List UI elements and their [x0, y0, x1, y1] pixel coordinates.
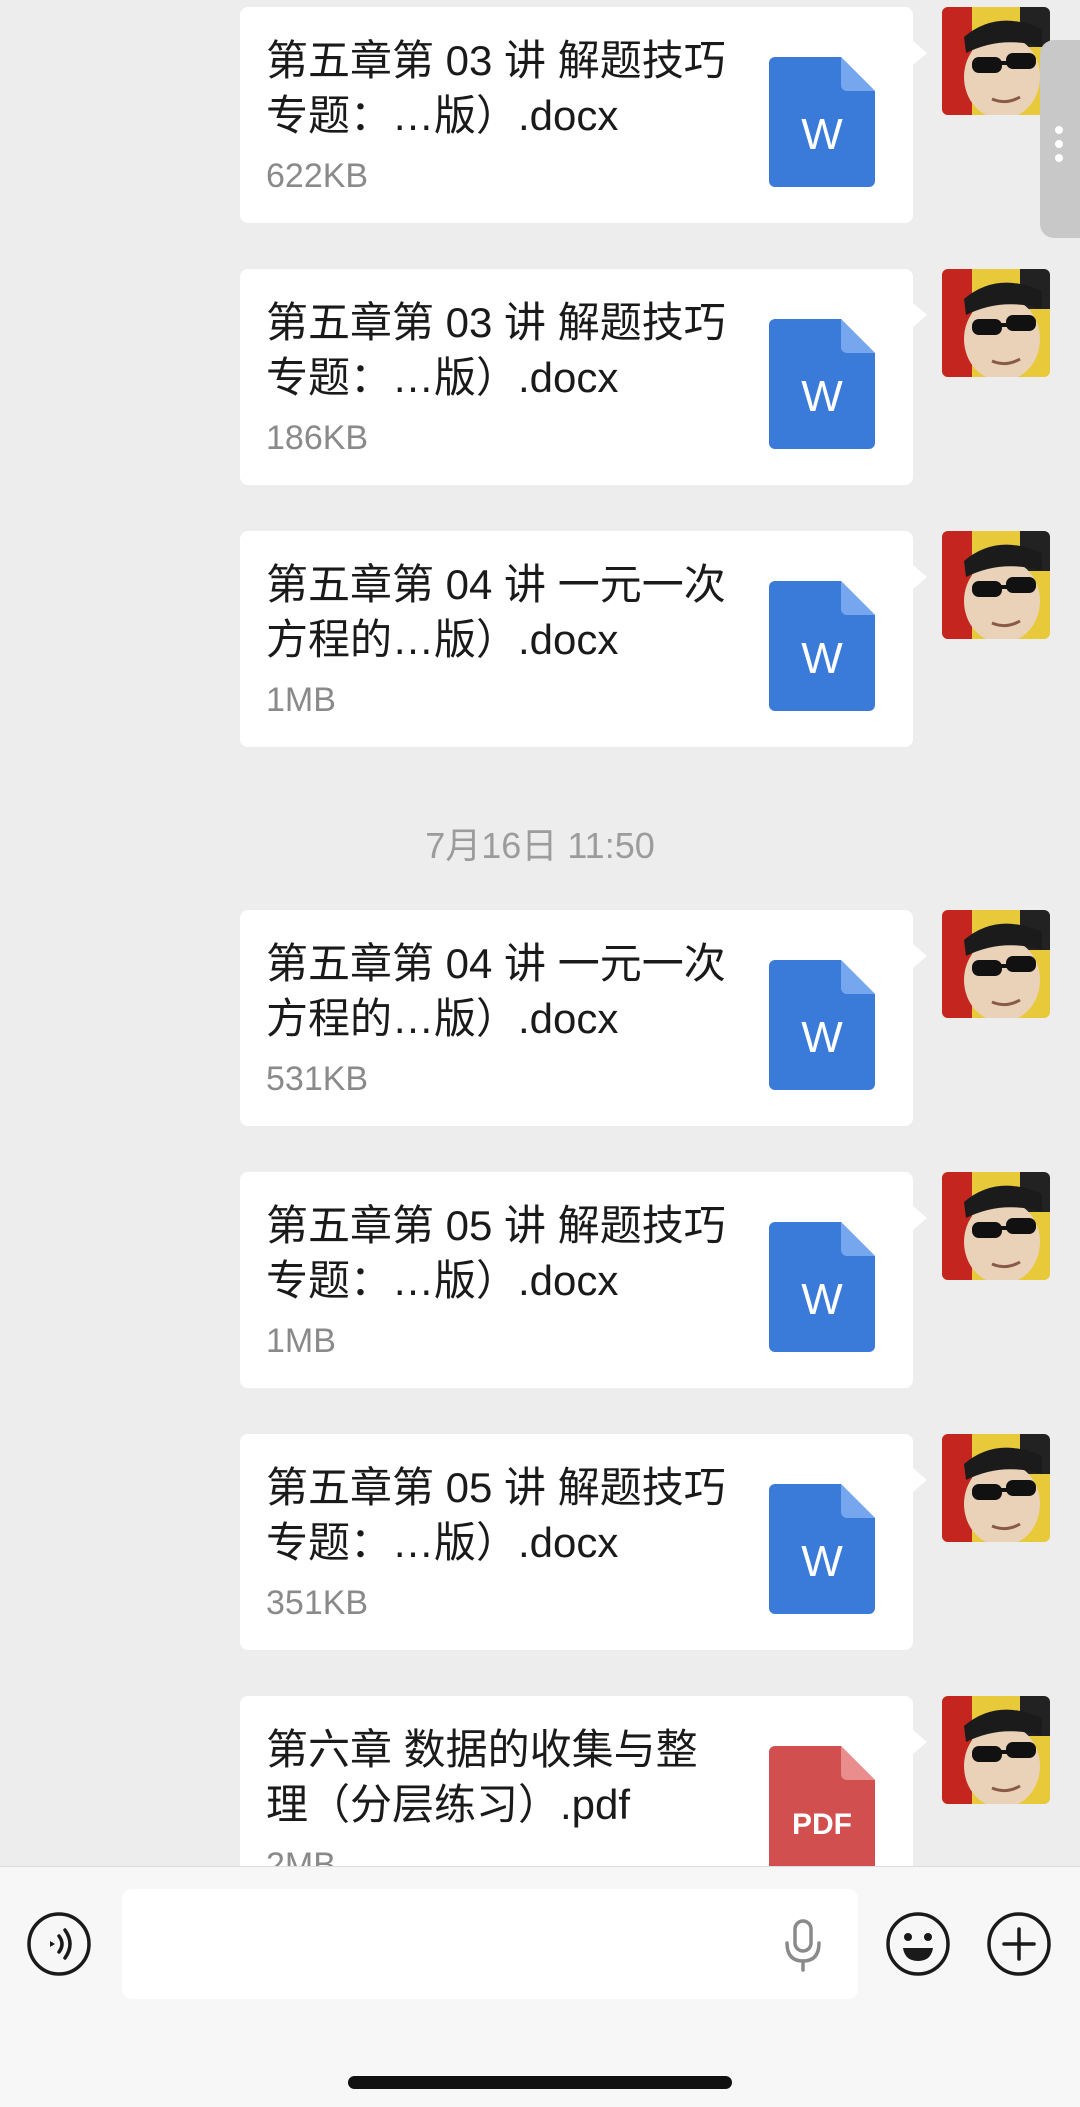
file-message: 第五章第 05 讲 解题技巧专题：…版）.docx 351KB W: [0, 1434, 1080, 1654]
file-bubble[interactable]: 第五章第 05 讲 解题技巧专题：…版）.docx 1MB W: [240, 1172, 927, 1388]
avatar[interactable]: [942, 7, 1050, 115]
file-name: 第五章第 04 讲 一元一次方程的…版）.docx: [266, 940, 726, 1042]
word-file-icon: W: [769, 319, 875, 449]
file-size: 1MB: [266, 681, 336, 719]
message-list[interactable]: 第五章第 03 讲 解题技巧专题：…版）.docx 622KB W 第五章第 0…: [0, 0, 1080, 1866]
file-message: 第五章第 03 讲 解题技巧专题：…版）.docx 186KB W: [0, 269, 1080, 489]
word-file-icon: W: [769, 581, 875, 711]
avatar-image: [942, 531, 1050, 639]
chat-screen: 第五章第 03 讲 解题技巧专题：…版）.docx 622KB W 第五章第 0…: [0, 0, 1080, 2107]
handle-dot: [1055, 140, 1063, 148]
file-bubble[interactable]: 第五章第 04 讲 一元一次方程的…版）.docx 531KB W: [240, 910, 927, 1126]
file-bubble[interactable]: 第五章第 04 讲 一元一次方程的…版）.docx 1MB W: [240, 531, 927, 747]
message-timestamp: 7月16日 11:50: [425, 825, 655, 866]
voice-mode-icon[interactable]: [26, 1911, 92, 1977]
word-file-icon: W: [769, 960, 875, 1090]
avatar-image: [942, 1172, 1050, 1280]
file-size: 622KB: [266, 157, 369, 195]
home-indicator[interactable]: [348, 2076, 732, 2089]
avatar-image: [942, 1696, 1050, 1804]
avatar[interactable]: [942, 910, 1050, 1018]
svg-text:W: W: [801, 110, 843, 159]
word-file-icon: W: [769, 1484, 875, 1614]
avatar-image: [942, 7, 1050, 115]
svg-text:W: W: [801, 1275, 843, 1324]
word-file-icon: W: [769, 57, 875, 187]
file-message: 第五章第 04 讲 一元一次方程的…版）.docx 1MB W: [0, 531, 1080, 751]
avatar[interactable]: [942, 531, 1050, 639]
handle-dot: [1055, 154, 1063, 162]
input-bar: [0, 1866, 1080, 2107]
file-size: 1MB: [266, 1322, 336, 1360]
file-name: 第五章第 04 讲 一元一次方程的…版）.docx: [266, 561, 726, 663]
file-size: 186KB: [266, 419, 369, 457]
message-input[interactable]: [122, 1889, 858, 1999]
avatar-image: [942, 910, 1050, 1018]
pdf-file-icon: PDF: [769, 1746, 875, 1866]
microphone-icon[interactable]: [778, 1917, 828, 1973]
file-message: 第五章第 05 讲 解题技巧专题：…版）.docx 1MB W: [0, 1172, 1080, 1392]
handle-dot: [1055, 126, 1063, 134]
plus-icon[interactable]: [986, 1911, 1052, 1977]
file-bubble[interactable]: 第五章第 03 讲 解题技巧专题：…版）.docx 186KB W: [240, 269, 927, 485]
file-size: 531KB: [266, 1060, 369, 1098]
file-name: 第五章第 05 讲 解题技巧专题：…版）.docx: [266, 1464, 726, 1566]
file-bubble[interactable]: 第六章 数据的收集与整理（分层练习）.pdf 2MB PDF: [240, 1696, 927, 1866]
file-size: 2MB: [266, 1846, 336, 1866]
file-message: 第五章第 04 讲 一元一次方程的…版）.docx 531KB W: [0, 910, 1080, 1130]
avatar[interactable]: [942, 1172, 1050, 1280]
avatar-image: [942, 269, 1050, 377]
svg-text:W: W: [801, 1537, 843, 1586]
svg-text:W: W: [801, 372, 843, 421]
side-drawer-handle[interactable]: [1040, 40, 1080, 238]
emoji-icon[interactable]: [885, 1911, 951, 1977]
file-message: 第五章第 03 讲 解题技巧专题：…版）.docx 622KB W: [0, 7, 1080, 227]
file-name: 第五章第 03 讲 解题技巧专题：…版）.docx: [266, 299, 726, 401]
avatar[interactable]: [942, 1696, 1050, 1804]
file-name: 第五章第 03 讲 解题技巧专题：…版）.docx: [266, 37, 726, 139]
svg-text:W: W: [801, 1013, 843, 1062]
avatar[interactable]: [942, 1434, 1050, 1542]
word-file-icon: W: [769, 1222, 875, 1352]
file-bubble[interactable]: 第五章第 05 讲 解题技巧专题：…版）.docx 351KB W: [240, 1434, 927, 1650]
file-bubble[interactable]: 第五章第 03 讲 解题技巧专题：…版）.docx 622KB W: [240, 7, 927, 223]
file-name: 第五章第 05 讲 解题技巧专题：…版）.docx: [266, 1202, 726, 1304]
file-size: 351KB: [266, 1584, 369, 1622]
avatar[interactable]: [942, 269, 1050, 377]
svg-text:PDF: PDF: [792, 1808, 852, 1841]
file-message: 第六章 数据的收集与整理（分层练习）.pdf 2MB PDF: [0, 1696, 1080, 1866]
file-name: 第六章 数据的收集与整理（分层练习）.pdf: [266, 1726, 698, 1828]
avatar-image: [942, 1434, 1050, 1542]
svg-text:W: W: [801, 634, 843, 683]
